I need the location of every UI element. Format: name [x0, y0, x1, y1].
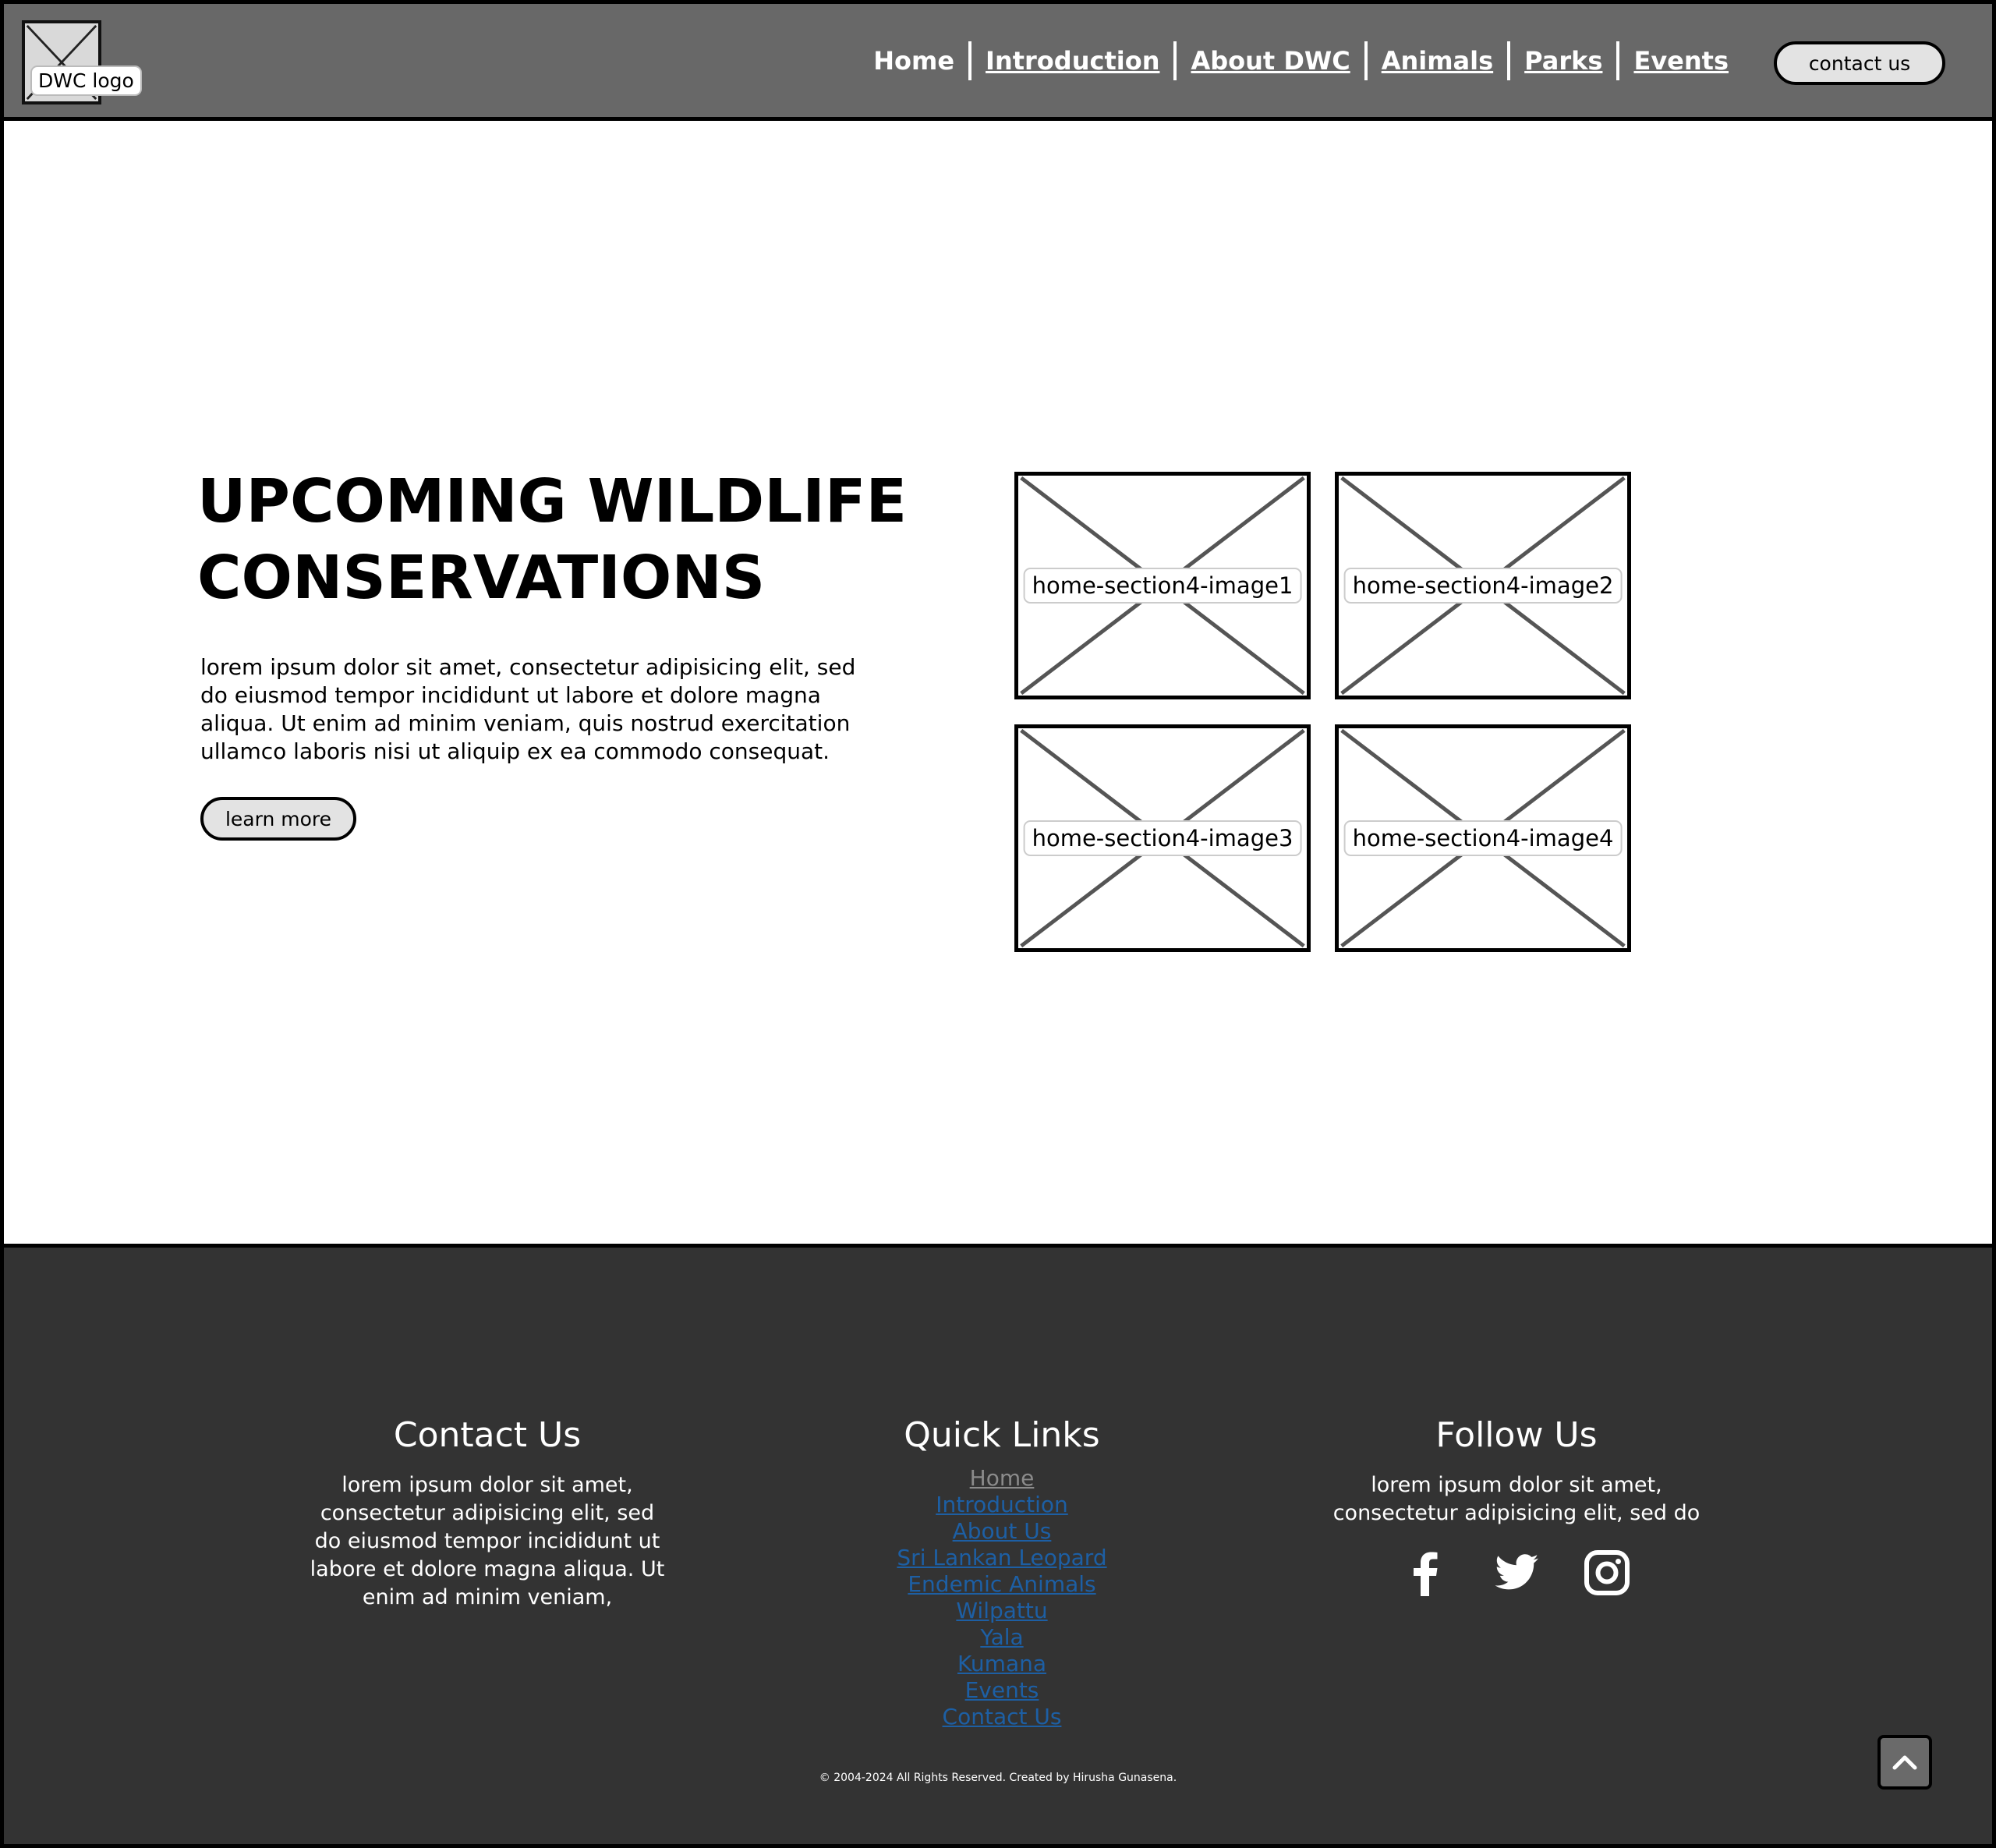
- quick-link-wilpattu[interactable]: Wilpattu: [956, 1598, 1047, 1624]
- quick-link-yala[interactable]: Yala: [980, 1624, 1023, 1651]
- quick-link-home[interactable]: Home: [970, 1465, 1035, 1492]
- social-icons: [1322, 1548, 1711, 1598]
- quick-link-contact-us[interactable]: Contact Us: [943, 1704, 1062, 1730]
- page-frame: DWC logo Home Introduction About DWC Ani…: [0, 0, 1996, 1848]
- section-image-2: home-section4-image2: [1335, 472, 1631, 699]
- footer-follow-text: lorem ipsum dolor sit amet, consectetur …: [1332, 1473, 1700, 1525]
- image-label: home-section4-image3: [1023, 820, 1302, 856]
- footer-contact-heading: Contact Us: [393, 1415, 582, 1455]
- section-image-3: home-section4-image3: [1014, 724, 1311, 952]
- quick-link-introduction[interactable]: Introduction: [936, 1492, 1068, 1518]
- quick-link-kumana[interactable]: Kumana: [957, 1651, 1046, 1677]
- nav-home[interactable]: Home: [859, 46, 968, 76]
- nav-events[interactable]: Events: [1619, 46, 1743, 76]
- footer: Contact Us lorem ipsum dolor sit amet, c…: [4, 1244, 1992, 1844]
- quick-links-list: Home Introduction About Us Sri Lankan Le…: [807, 1465, 1197, 1730]
- image-label: home-section4-image2: [1343, 568, 1623, 604]
- image-label: home-section4-image4: [1343, 820, 1623, 856]
- main-nav: Home Introduction About DWC Animals Park…: [859, 41, 1743, 80]
- footer-quick-links-column: Quick Links Home Introduction About Us S…: [807, 1415, 1197, 1730]
- section-title-line2: CONSERVATIONS: [197, 543, 766, 613]
- section-image-1: home-section4-image1: [1014, 472, 1311, 699]
- quick-link-endemic-animals[interactable]: Endemic Animals: [908, 1571, 1095, 1598]
- facebook-icon[interactable]: [1401, 1548, 1451, 1598]
- section-title-line1: UPCOMING WILDLIFE: [197, 467, 908, 536]
- quick-link-sri-lankan-leopard[interactable]: Sri Lankan Leopard: [897, 1545, 1106, 1571]
- learn-more-button[interactable]: learn more: [200, 797, 356, 841]
- footer-contact-text: lorem ipsum dolor sit amet, consectetur …: [310, 1473, 665, 1609]
- image-label: home-section4-image1: [1023, 568, 1302, 604]
- chevron-up-icon: [1892, 1755, 1917, 1770]
- nav-introduction[interactable]: Introduction: [971, 46, 1173, 76]
- footer-follow-heading: Follow Us: [1435, 1415, 1598, 1455]
- twitter-icon[interactable]: [1492, 1548, 1541, 1598]
- upcoming-conservations-section: UPCOMING WILDLIFE CONSERVATIONS lorem ip…: [4, 121, 1992, 1244]
- nav-about-dwc[interactable]: About DWC: [1177, 46, 1364, 76]
- nav-animals[interactable]: Animals: [1368, 46, 1507, 76]
- quick-link-events[interactable]: Events: [965, 1677, 1039, 1704]
- footer-contact-column: Contact Us lorem ipsum dolor sit amet, c…: [292, 1415, 682, 1612]
- footer-quick-links-heading: Quick Links: [904, 1415, 1100, 1455]
- section-image-4: home-section4-image4: [1335, 724, 1631, 952]
- section-description: lorem ipsum dolor sit amet, consectetur …: [200, 654, 856, 764]
- logo[interactable]: DWC logo: [22, 20, 142, 104]
- logo-label: DWC logo: [30, 65, 142, 96]
- header: DWC logo Home Introduction About DWC Ani…: [4, 4, 1992, 121]
- section-title: UPCOMING WILDLIFE CONSERVATIONS: [197, 464, 977, 617]
- nav-parks[interactable]: Parks: [1510, 46, 1616, 76]
- back-to-top-button[interactable]: [1877, 1735, 1932, 1790]
- footer-follow-column: Follow Us lorem ipsum dolor sit amet, co…: [1322, 1415, 1711, 1598]
- copyright-text: © 2004-2024 All Rights Reserved. Created…: [819, 1772, 1177, 1784]
- quick-link-about-us[interactable]: About Us: [953, 1518, 1052, 1545]
- contact-us-button[interactable]: contact us: [1774, 41, 1945, 85]
- instagram-icon[interactable]: [1582, 1548, 1632, 1598]
